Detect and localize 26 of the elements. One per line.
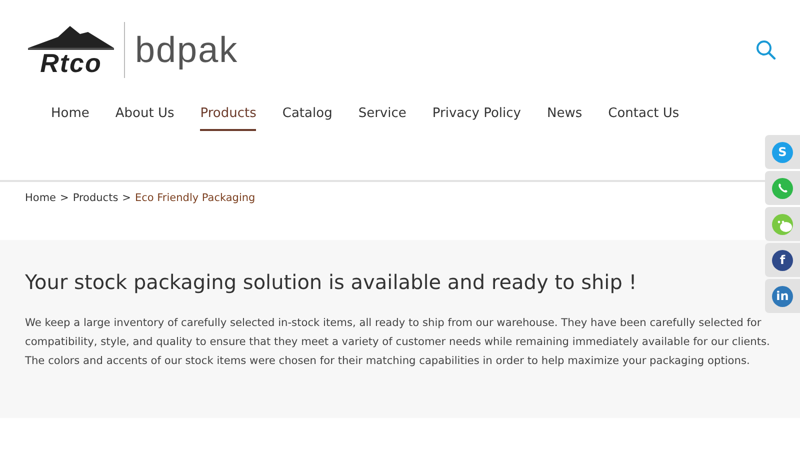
linkedin-icon: in xyxy=(772,286,793,306)
nav-link[interactable]: About Us xyxy=(102,104,188,131)
mountain-icon xyxy=(28,24,114,50)
intro-paragraph: We keep a large inventory of carefully selected in-stock items, all ready to ship from our warehouse. They have been carefully selected for compatibility, style, and quality to ensure that they meet a variety of customer needs while remaining immediately available for our clients. The colors and accents of our stock items were chosen for their matching capabilities in order to help maximize your packaging options. xyxy=(25,316,771,369)
nav-link[interactable]: Service xyxy=(345,104,420,131)
section-heading: Your stock packaging solution is available and ready to ship ! xyxy=(25,270,638,294)
breadcrumb-separator: > xyxy=(122,192,131,204)
breadcrumb-link[interactable]: Home xyxy=(25,192,56,204)
brand-logo[interactable]: Rtco xyxy=(28,24,114,76)
wechat-button[interactable] xyxy=(765,207,800,241)
nav-link[interactable]: Catalog xyxy=(269,104,346,131)
whatsapp-button[interactable] xyxy=(765,171,800,205)
facebook-icon: f xyxy=(772,250,793,270)
breadcrumb-link[interactable]: Products xyxy=(72,192,118,204)
skype-icon: S xyxy=(772,142,793,162)
breadcrumb-separator: > xyxy=(60,192,69,204)
breadcrumb-link[interactable]: Eco Friendly Packaging xyxy=(134,192,256,204)
nav-link[interactable]: News xyxy=(534,104,596,131)
linkedin-button[interactable]: in xyxy=(765,279,800,313)
nav-link[interactable]: Products xyxy=(187,104,270,131)
facebook-button[interactable]: f xyxy=(765,243,800,277)
nav-link[interactable]: Privacy Policy xyxy=(419,104,534,131)
partner-logo[interactable]: bdpak xyxy=(135,29,238,71)
nav-link[interactable]: Home xyxy=(38,104,102,131)
nav-link[interactable]: Contact Us xyxy=(595,104,692,131)
search-icon[interactable] xyxy=(756,40,776,60)
